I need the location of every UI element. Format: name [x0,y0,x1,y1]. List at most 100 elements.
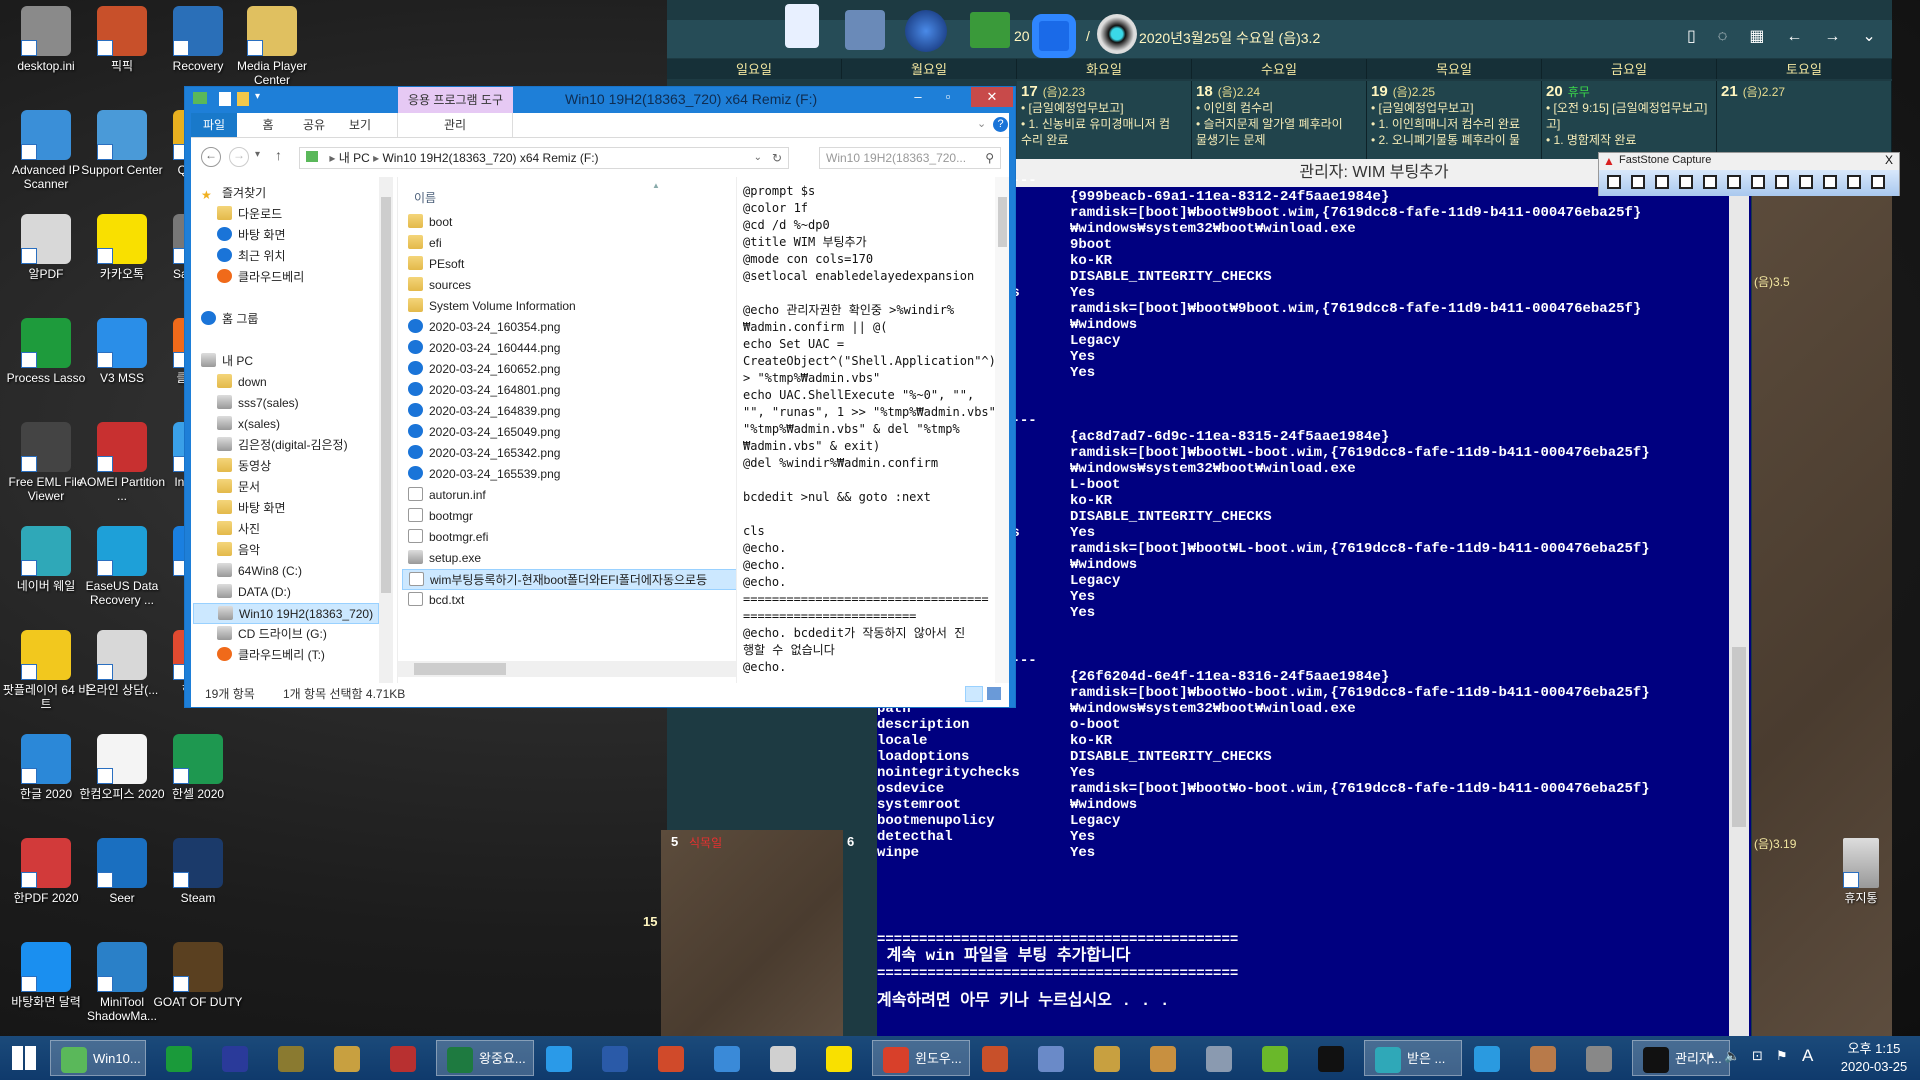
nav-item[interactable]: 문서 [217,477,260,498]
desktop-icon[interactable]: GOAT OF DUTY [152,936,244,1009]
column-header-name[interactable]: 이름 [414,189,436,206]
fixed-region-capture-icon[interactable] [1775,175,1789,189]
calendar-cell[interactable]: 21 (음)2.27 [1717,81,1892,159]
nav-item[interactable]: 다운로드 [217,204,282,225]
tab-share[interactable]: 공유 [289,113,339,137]
speaker-icon[interactable]: 🔈 [1724,1048,1740,1064]
nav-item[interactable]: CD 드라이브 (G:) [217,624,327,645]
file-row[interactable]: PEsoft [408,254,464,275]
taskbar-excel-button[interactable]: 왕중요... [436,1040,534,1076]
taskbar-virtualbox-button[interactable] [1196,1040,1250,1076]
expand-ribbon-icon[interactable]: ⌄ [977,117,986,130]
video-capture-icon[interactable] [1799,175,1813,189]
start-windows-icon[interactable] [12,1046,36,1070]
file-row[interactable]: 2020-03-24_165342.png [408,443,560,464]
minimize-button[interactable]: – [903,87,933,107]
taskbar-faststone-button[interactable] [1576,1040,1630,1076]
explorer-title-bar[interactable]: ▾ 응용 프로그램 도구 Win10 19H2(18363_720) x64 R… [185,87,1015,113]
file-row[interactable]: 2020-03-24_164801.png [408,380,560,401]
nav-item[interactable]: DATA (D:) [217,582,291,603]
nav-item[interactable]: 클라우드베리 [217,267,304,288]
nav-item[interactable]: 클라우드베리 (T:) [217,645,325,666]
search-input[interactable]: Win10 19H2(18363_720... ⚲ [819,147,1001,169]
file-row[interactable]: 2020-03-24_165049.png [408,422,560,443]
network-icon[interactable]: ⊡ [1752,1048,1763,1064]
new-folder-icon[interactable] [237,92,249,106]
file-row[interactable]: setup.exe [408,548,481,569]
faststone-capture-toolbar[interactable]: ▲ FastStone Capture X [1598,152,1900,196]
calendar-cell[interactable]: 19 (음)2.25 • [금일예정업무보고] • 1. 이인희매니저 컴수리 완료 •… [1367,81,1542,159]
help-icon[interactable]: ? [993,117,1008,132]
desktop-icon[interactable]: Media Player Center [226,0,318,87]
taskbar-telegram-button[interactable] [1464,1040,1518,1076]
scrollbar-thumb[interactable] [414,663,506,675]
address-bar[interactable]: ▸ 내 PC ▸ Win10 19H2(18363_720) x64 Remiz… [299,147,789,169]
address-dropdown-icon[interactable]: ⌄ [754,148,762,168]
scrollbar-thumb[interactable] [1732,647,1746,827]
ime-indicator[interactable]: A [1802,1046,1813,1066]
cmd-scrollbar[interactable] [1729,187,1749,1036]
back-button[interactable]: ← [201,147,221,167]
flag-icon[interactable]: ⚑ [1776,1048,1788,1064]
recovery-icon[interactable] [905,10,947,52]
clock[interactable]: 오후 1:15 2020-03-25 [1834,1040,1914,1076]
file-row[interactable]: bcd.txt [408,590,464,611]
object-capture-icon[interactable] [1655,175,1669,189]
desktop-icon[interactable]: Steam [152,832,244,905]
scrollbar-thumb[interactable] [998,197,1007,247]
nav-item[interactable]: 바탕 화면 [217,225,286,246]
file-row[interactable]: 2020-03-24_160652.png [408,359,560,380]
editor-capture-icon[interactable] [1871,175,1885,189]
nav-item[interactable]: 바탕 화면 [217,498,286,519]
open-capture-icon[interactable] [1607,175,1621,189]
nav-item[interactable]: Win10 19H2(18363_720) [193,603,379,624]
taskbar-media-button[interactable] [1028,1040,1082,1076]
calendar-cell[interactable]: 18 (음)2.24 • 이인희 컴수리 • 슬러지문제 알가열 폐후라이 물생기는 문… [1192,81,1367,159]
horizontal-scrollbar[interactable] [398,661,736,677]
taskbar-package-button[interactable] [268,1040,322,1076]
calendar-toolbar[interactable]: ▯◌▦←→⌄ [1687,26,1898,46]
nav-item[interactable]: x(sales) [217,414,280,435]
tab-home[interactable]: 홈 [243,113,293,137]
show-hidden-icons-button[interactable]: ▲ [1706,1050,1716,1061]
scrolling-capture-icon[interactable] [1751,175,1765,189]
taskbar-help-button[interactable] [212,1040,266,1076]
breadcrumb-this-pc[interactable]: 내 PC [339,151,370,165]
app-tools-context-tab[interactable]: 응용 프로그램 도구 [398,87,513,113]
taskbar-keys-button[interactable] [1084,1040,1138,1076]
taskbar-whale-button[interactable]: 받은 ... [1364,1040,1462,1076]
tab-manage[interactable]: 관리 [397,113,513,137]
preview-pane[interactable]: @prompt $s @color 1f @cd /d %~dp0 @title WI… [736,177,1009,683]
file-row[interactable]: wim부팅등록하기-현재boot폴더와EFI폴더에자동으로등 [402,569,736,590]
desktop-icon[interactable]: 한셀 2020 [152,728,244,801]
freehand-capture-icon[interactable] [1703,175,1717,189]
nav-item[interactable]: ★ 즐겨찾기 [201,183,266,204]
taskbar-powerpoint-button[interactable] [648,1040,702,1076]
app-icon[interactable] [785,4,819,48]
region-capture-icon[interactable] [1679,175,1693,189]
preview-scrollbar[interactable] [995,177,1009,683]
file-row[interactable]: 2020-03-24_160444.png [408,338,560,359]
customize-quick-access-icon[interactable]: ▾ [255,91,260,102]
close-button[interactable]: X [1885,153,1893,167]
nav-scrollbar[interactable] [379,177,393,683]
up-button[interactable]: ↑ [275,147,282,163]
file-row[interactable]: System Volume Information [408,296,576,317]
sync-icon[interactable] [970,12,1010,48]
taskbar-keys2-button[interactable] [1140,1040,1194,1076]
file-explorer-window[interactable]: ▾ 응용 프로그램 도구 Win10 19H2(18363_720) x64 R… [184,86,1016,708]
maximize-button[interactable]: ▫ [933,87,963,107]
nav-item[interactable]: 동영상 [217,456,271,477]
taskbar-disc-button[interactable] [1520,1040,1574,1076]
taskbar-help-bell-button[interactable] [324,1040,378,1076]
refresh-icon[interactable]: ↻ [772,148,782,168]
taskbar-hangul-button[interactable] [704,1040,758,1076]
file-row[interactable]: bootmgr.efi [408,527,488,548]
taskbar-internet-explorer-button[interactable] [536,1040,590,1076]
taskbar-window-app-button[interactable] [760,1040,814,1076]
taskbar-store-button[interactable] [156,1040,210,1076]
taskbar-chrome-button[interactable]: 윈도우... [872,1040,970,1076]
details-view-button[interactable] [965,686,983,702]
file-row[interactable]: boot [408,212,452,233]
file-row[interactable]: 2020-03-24_165539.png [408,464,560,485]
